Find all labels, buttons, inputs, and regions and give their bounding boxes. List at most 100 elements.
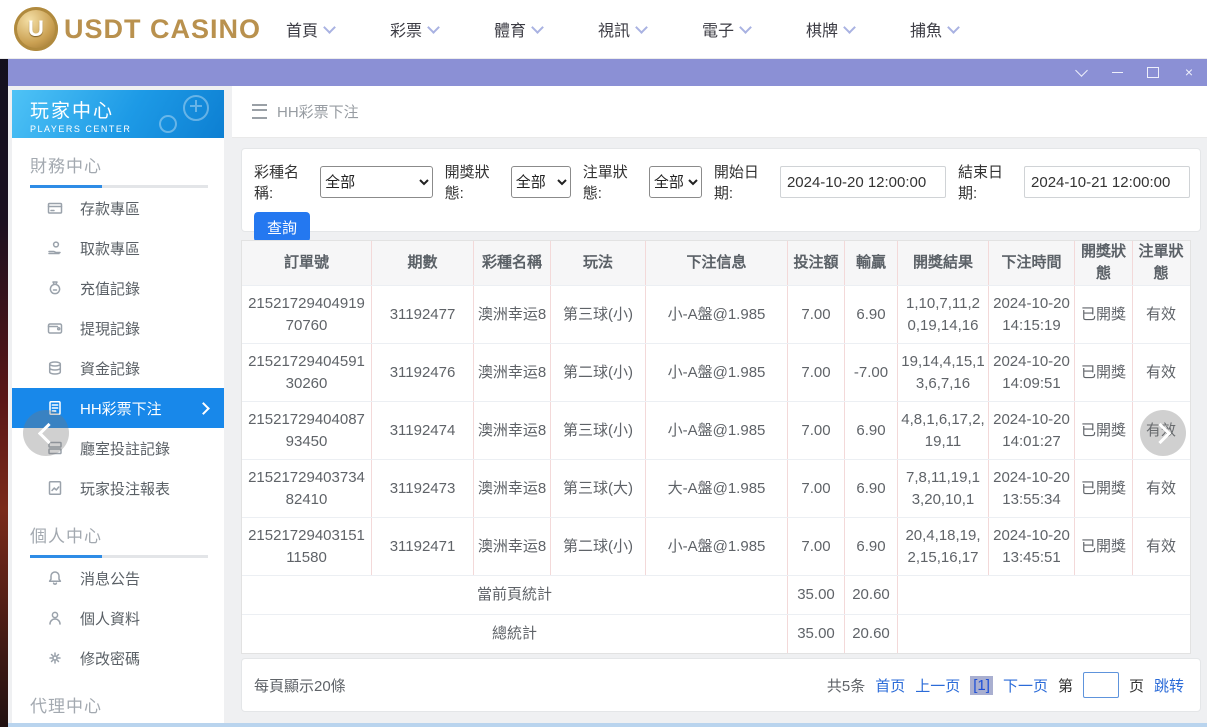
table-cell: 31192476 [372,344,474,401]
table-cell: 小-A盤@1.985 [646,286,788,343]
sidebar-collapse-arrow-icon[interactable] [23,410,69,456]
chevron-down-icon [427,21,440,34]
nav-item-label: 捕魚 [910,17,942,41]
table-cell: 7.00 [788,286,845,343]
sidebar: 玩家中心 PLAYERS CENTER 財務中心存款專區取款專區充值記錄提現記錄… [12,90,224,723]
nav-item-label: 視訊 [598,17,630,41]
sidebar-item-充值記錄[interactable]: 充值記錄 [12,268,224,308]
sidebar-item-個人資料[interactable]: 個人資料 [12,598,224,638]
bets-table: 訂單號期數彩種名稱玩法下注信息投注額輸贏開獎結果下注時間開獎狀態注單狀態2152… [241,240,1191,654]
sidebar-item-取款專區[interactable]: 取款專區 [12,228,224,268]
nav-item-首頁[interactable]: 首頁 [258,17,362,41]
nav-item-體育[interactable]: 體育 [466,17,570,41]
nav-item-label: 體育 [494,17,526,41]
table-row: 215217294049197076031192477澳洲幸运8第三球(小)小-… [242,286,1190,344]
column-header: 開獎狀態 [1075,241,1133,285]
column-header: 下注時間 [989,241,1075,285]
chevron-down-icon [635,21,648,34]
sidebar-item-修改密碼[interactable]: 修改密碼 [12,638,224,678]
summary-bet-total: 35.00 [788,615,845,653]
filter-panel: 彩種名稱: 全部 開獎狀態: 全部 注單狀態: 全部 開始日期: 結束日期: 查… [241,148,1201,232]
table-cell: 2152172940373482410 [242,460,372,517]
table-cell: 澳洲幸运8 [474,344,551,401]
table-cell: 7.00 [788,460,845,517]
summary-label: 當前頁統計 [242,576,788,614]
table-cell: 2024-10-20 14:09:51 [989,344,1075,401]
window-close-icon[interactable]: × [1181,64,1197,80]
panel-next-arrow-icon[interactable] [1140,410,1186,456]
brand-logo[interactable]: U USDT CASINO [14,7,261,51]
window-chevron-down-icon[interactable] [1073,64,1089,80]
sidebar-item-label: 玩家投注報表 [80,478,170,499]
brand-name: USDT CASINO [64,14,261,45]
hand-money-icon [46,239,64,257]
sidebar-item-資金記錄[interactable]: 資金記錄 [12,348,224,388]
draw-status-select[interactable]: 全部 [511,166,571,198]
chevron-down-icon [323,21,336,34]
nav-item-捕魚[interactable]: 捕魚 [882,17,986,41]
table-cell: 6.90 [845,460,898,517]
nav-item-電子[interactable]: 電子 [674,17,778,41]
bell-icon [46,569,64,587]
sidebar-item-label: 資金記錄 [80,358,140,379]
table-cell: 31192471 [372,518,474,575]
nav-item-label: 彩票 [390,17,422,41]
table-cell: 有效 [1133,286,1189,343]
lottery-name-select[interactable]: 全部 [320,166,433,198]
table-cell: 31192477 [372,286,474,343]
hamburger-icon[interactable] [252,104,267,119]
table-cell: 2024-10-20 14:15:19 [989,286,1075,343]
nav-item-視訊[interactable]: 視訊 [570,17,674,41]
table-cell: 2024-10-20 13:55:34 [989,460,1075,517]
gamepad-decoration-icon [146,94,216,134]
nav-item-label: 電子 [702,17,734,41]
column-header: 玩法 [551,241,646,285]
chevron-down-icon [843,21,856,34]
site-top-nav: U USDT CASINO 首頁 彩票 體育 視訊 電子 棋牌 捕魚 [0,0,1207,59]
table-cell: 2024-10-20 14:01:27 [989,402,1075,459]
table-cell: 31192473 [372,460,474,517]
gear-icon [46,649,64,667]
table-cell: 澳洲幸运8 [474,460,551,517]
end-date-input[interactable] [1024,166,1190,198]
nav-item-彩票[interactable]: 彩票 [362,17,466,41]
table-cell: 1,10,7,11,20,19,14,16 [898,286,989,343]
sidebar-item-消息公告[interactable]: 消息公告 [12,558,224,598]
section-title: 財務中心 [30,152,224,177]
window-minimize-icon[interactable] [1109,64,1125,80]
total-count-text: 共5条 [827,675,865,696]
table-cell: 已開獎 [1075,518,1133,575]
table-cell: 小-A盤@1.985 [646,402,788,459]
window-maximize-icon[interactable] [1145,64,1161,80]
report-icon [46,479,64,497]
table-cell: 小-A盤@1.985 [646,344,788,401]
query-button[interactable]: 查詢 [254,212,310,242]
jump-suffix-label: 页 [1129,675,1144,696]
sidebar-item-玩家投注報表[interactable]: 玩家投注報表 [12,468,224,508]
next-page-link[interactable]: 下一页 [1003,675,1048,696]
table-cell: 有效 [1133,518,1189,575]
table-cell: 20,4,18,19,2,15,16,17 [898,518,989,575]
summary-winloss-total: 20.60 [845,576,898,614]
first-page-link[interactable]: 首页 [875,675,905,696]
jump-button[interactable]: 跳转 [1154,675,1184,696]
table-row: 215217294031511158031192471澳洲幸运8第二球(小)小-… [242,518,1190,576]
card-icon [46,199,64,217]
table-cell: 6.90 [845,518,898,575]
table-cell: 澳洲幸运8 [474,286,551,343]
prev-page-link[interactable]: 上一页 [915,675,960,696]
jump-page-input[interactable] [1083,672,1119,698]
nav-item-棋牌[interactable]: 棋牌 [778,17,882,41]
order-status-select[interactable]: 全部 [649,166,702,198]
sidebar-item-label: 提現記錄 [80,318,140,339]
table-cell: 已開獎 [1075,344,1133,401]
sidebar-item-label: 消息公告 [80,568,140,589]
column-header: 開獎結果 [898,241,989,285]
start-date-input[interactable] [780,166,946,198]
sidebar-item-存款專區[interactable]: 存款專區 [12,188,224,228]
table-cell: 6.90 [845,402,898,459]
summary-bet-total: 35.00 [788,576,845,614]
sidebar-item-提現記錄[interactable]: 提現記錄 [12,308,224,348]
lottery-name-label: 彩種名稱: [254,161,314,203]
table-cell: 19,14,4,15,13,6,7,16 [898,344,989,401]
